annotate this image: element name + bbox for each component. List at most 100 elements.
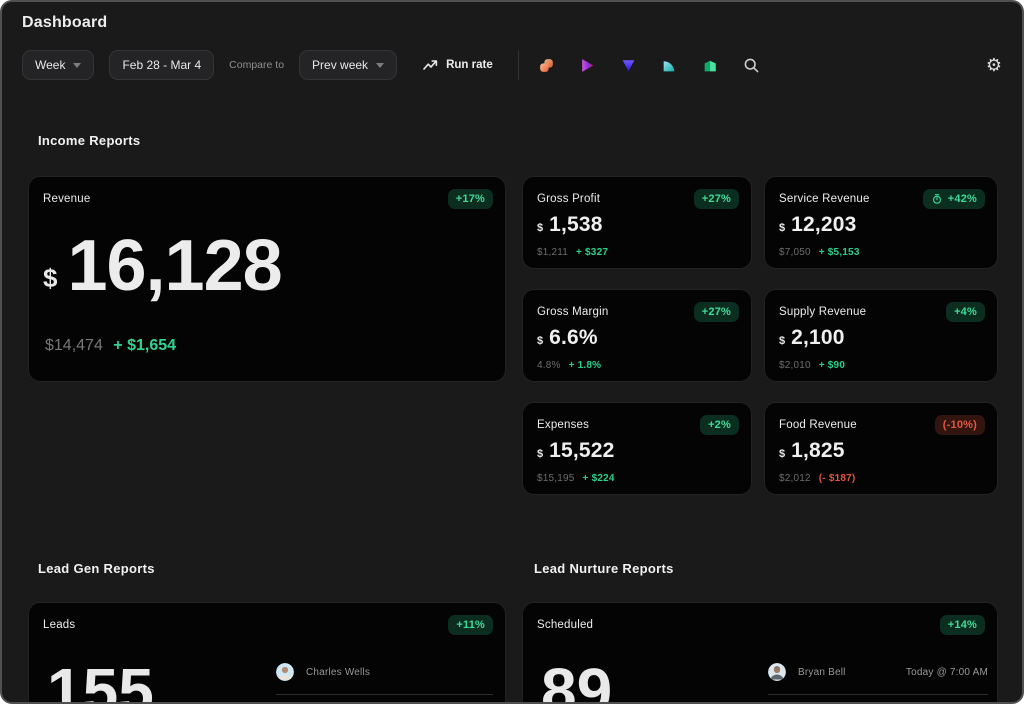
date-range-button[interactable]: Feb 28 - Mar 4: [109, 50, 214, 80]
chevron-down-icon: [376, 63, 384, 68]
previous-row: $15,195 + $224: [537, 473, 615, 484]
page-title: Dashboard: [22, 14, 107, 32]
amount: 15,522: [549, 439, 614, 463]
award-clock-icon: [931, 193, 943, 205]
card-label: Service Revenue: [779, 193, 870, 205]
currency-symbol: $: [779, 222, 785, 234]
change-badge: +2%: [700, 415, 739, 435]
currency-symbol: $: [537, 222, 543, 234]
income-reports-title: Income Reports: [38, 133, 140, 148]
pie-app-icon[interactable]: [661, 57, 678, 74]
delta-value: + $90: [819, 360, 845, 371]
revenue-card[interactable]: Revenue +17% $ 16,128 $14,474 + $1,654: [28, 176, 506, 382]
media-app-icon[interactable]: [579, 57, 596, 74]
food-revenue-card[interactable]: Food Revenue (-10%) $ 1,825 $2,012 (- $1…: [764, 402, 998, 495]
chevron-down-icon: [73, 63, 81, 68]
delta-value: + $5,153: [819, 247, 860, 258]
card-label: Scheduled: [537, 619, 593, 631]
gross-profit-card[interactable]: Gross Profit +27% $ 1,538 $1,211 + $327: [522, 176, 752, 269]
card-label: Gross Profit: [537, 193, 600, 205]
expenses-card[interactable]: Expenses +2% $ 15,522 $15,195 + $224: [522, 402, 752, 495]
chart-app-icon[interactable]: [702, 57, 719, 74]
currency-symbol: $: [779, 448, 785, 460]
gross-margin-card[interactable]: Gross Margin +27% $ 6.6% 4.8% + 1.8%: [522, 289, 752, 382]
previous-row: $1,211 + $327: [537, 247, 608, 258]
previous-value: 4.8%: [537, 360, 561, 371]
change-badge: +27%: [694, 189, 739, 209]
toolbar-divider: [518, 50, 519, 80]
card-label: Leads: [43, 619, 75, 631]
revenue-amount: 16,128: [67, 227, 281, 306]
trend-up-icon: [423, 58, 438, 72]
leads-card[interactable]: Leads +11% 155 Charles Wells: [28, 602, 506, 704]
period-select[interactable]: Week: [22, 50, 94, 80]
card-value: $ 15,522: [537, 439, 615, 463]
previous-value: $15,195: [537, 473, 575, 484]
amount: 2,100: [791, 326, 845, 350]
money-app-icon[interactable]: [538, 57, 555, 74]
card-label: Food Revenue: [779, 419, 857, 431]
delta-value: (- $187): [819, 473, 856, 484]
period-select-value: Week: [35, 58, 65, 72]
currency-symbol: $: [537, 335, 543, 347]
search-icon: [743, 57, 760, 74]
compare-select[interactable]: Prev week: [299, 50, 397, 80]
delta-value: + $327: [576, 247, 608, 258]
card-value: $ 12,203: [779, 213, 857, 237]
scheduled-card[interactable]: Scheduled +14% 89 Bryan Bell Today @ 7:0…: [522, 602, 998, 704]
delta-value: + $1,654: [113, 337, 176, 354]
person-name: Bryan Bell: [798, 667, 846, 678]
revenue-change-badge: +17%: [448, 189, 493, 209]
search-button[interactable]: [743, 57, 760, 74]
amount: 1,825: [791, 439, 845, 463]
avatar: [768, 663, 786, 681]
run-rate-button[interactable]: Run rate: [423, 58, 493, 72]
currency-symbol: $: [43, 263, 57, 294]
person-name: Charles Wells: [306, 667, 370, 678]
settings-gear-icon[interactable]: ⚙: [986, 56, 1002, 74]
funnel-app-icon[interactable]: [620, 57, 637, 74]
card-value: $ 2,100: [779, 326, 845, 350]
amount: 12,203: [791, 213, 856, 237]
card-label: Supply Revenue: [779, 306, 866, 318]
revenue-previous: $14,474 + $1,654: [45, 337, 176, 355]
revenue-card-label: Revenue: [43, 193, 90, 205]
dashboard-window: Dashboard Week Feb 28 - Mar 4 Compare to…: [0, 0, 1024, 704]
scheduled-count: 89: [541, 659, 612, 704]
card-value: $ 1,538: [537, 213, 603, 237]
run-rate-label: Run rate: [446, 59, 493, 71]
change-badge: (-10%): [935, 415, 985, 435]
change-badge: +11%: [448, 615, 493, 635]
change-badge: +14%: [940, 615, 985, 635]
scheduled-time: Today @ 7:00 AM: [906, 667, 988, 678]
amount: 1,538: [549, 213, 603, 237]
badge-value: +42%: [948, 193, 977, 205]
toolbar: Week Feb 28 - Mar 4 Compare to Prev week…: [22, 49, 1002, 81]
card-value: $ 6.6%: [537, 326, 598, 350]
date-range-value: Feb 28 - Mar 4: [122, 58, 201, 72]
previous-row: $7,050 + $5,153: [779, 247, 860, 258]
supply-revenue-card[interactable]: Supply Revenue +4% $ 2,100 $2,010 + $90: [764, 289, 998, 382]
card-label: Gross Margin: [537, 306, 608, 318]
delta-value: + 1.8%: [569, 360, 602, 371]
previous-value: $2,010: [779, 360, 811, 371]
service-revenue-card[interactable]: Service Revenue +42% $ 12,203 $7,050 + $…: [764, 176, 998, 269]
report-app-icons: [538, 57, 719, 74]
previous-value: $2,012: [779, 473, 811, 484]
delta-value: + $224: [583, 473, 615, 484]
previous-row: $2,010 + $90: [779, 360, 845, 371]
previous-row: 4.8% + 1.8%: [537, 360, 601, 371]
compare-select-value: Prev week: [312, 58, 368, 72]
currency-symbol: $: [537, 448, 543, 460]
person-list-item[interactable]: Charles Wells: [276, 663, 493, 695]
person-list-item[interactable]: Bryan Bell Today @ 7:00 AM: [768, 663, 988, 695]
amount: 6.6%: [549, 326, 598, 350]
card-value: $ 1,825: [779, 439, 845, 463]
lead-nurture-reports-title: Lead Nurture Reports: [534, 561, 674, 576]
compare-to-label: Compare to: [229, 59, 284, 71]
previous-value: $1,211: [537, 247, 568, 258]
previous-value: $14,474: [45, 337, 103, 354]
currency-symbol: $: [779, 335, 785, 347]
revenue-value: $ 16,128: [43, 227, 282, 306]
card-label: Expenses: [537, 419, 589, 431]
